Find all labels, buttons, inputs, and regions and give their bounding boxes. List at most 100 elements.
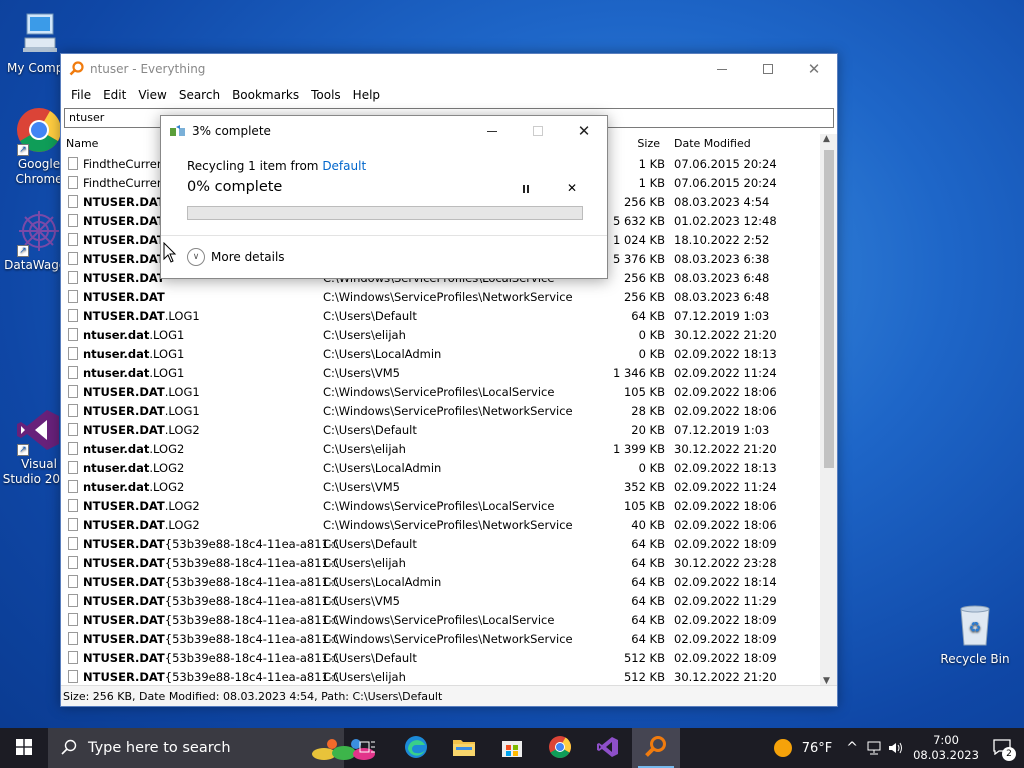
table-row[interactable]: NTUSER.DAT{53b39e88-18c4-11ea-a811-0... C… — [61, 534, 821, 553]
file-icon — [68, 537, 78, 550]
more-details-button[interactable]: ∨ More details — [187, 248, 285, 266]
weather-widget[interactable]: 76°F — [773, 739, 832, 757]
minimize-button[interactable] — [699, 54, 745, 84]
file-name-rest: {53b39e88-18c4-11ea-a811-0... — [164, 650, 338, 665]
task-view-button[interactable] — [344, 728, 392, 768]
table-row[interactable]: ntuser.dat.LOG1 C:\Users\LocalAdmin 0 KB 02… — [61, 344, 821, 363]
file-date: 02.09.2022 18:09 — [674, 650, 777, 665]
file-path: C:\Users\elijah — [323, 327, 406, 342]
file-icon — [68, 442, 78, 455]
window-titlebar[interactable]: ntuser - Everything ✕ — [61, 54, 837, 84]
table-row[interactable]: NTUSER.DAT.LOG1 C:\Windows\ServiceProfile… — [61, 382, 821, 401]
menu-search[interactable]: Search — [173, 88, 226, 102]
chevron-up-icon[interactable]: ^ — [846, 740, 858, 756]
file-name-match: NTUSER.DAT — [83, 213, 165, 228]
file-name-match: ntuser.dat — [83, 346, 150, 361]
file-date: 02.09.2022 11:24 — [674, 479, 777, 494]
menu-edit[interactable]: Edit — [97, 88, 132, 102]
file-icon — [68, 271, 78, 284]
close-button[interactable]: ✕ — [791, 54, 837, 84]
cancel-button[interactable]: ✕ — [563, 179, 581, 197]
task-view-icon — [359, 739, 377, 758]
file-size: 64 KB — [631, 612, 665, 627]
file-icon — [68, 328, 78, 341]
start-button[interactable] — [0, 728, 48, 768]
file-date: 02.09.2022 11:29 — [674, 593, 777, 608]
desktop-icon-recycle-bin[interactable]: ♻ Recycle Bin — [938, 601, 1012, 667]
notification-center-button[interactable]: 2 — [980, 728, 1024, 768]
file-name-rest: {53b39e88-18c4-11ea-a811-0... — [164, 593, 338, 608]
taskbar-search-box[interactable]: Type here to search — [48, 728, 375, 768]
table-row[interactable]: NTUSER.DAT{53b39e88-18c4-11ea-a811-0... C… — [61, 629, 821, 648]
file-name-match: NTUSER.DAT — [83, 536, 165, 551]
table-row[interactable]: NTUSER.DAT.LOG2 C:\Users\Default 20 KB 07.1… — [61, 420, 821, 439]
file-size: 64 KB — [631, 593, 665, 608]
menu-bookmarks[interactable]: Bookmarks — [226, 88, 305, 102]
table-row[interactable]: NTUSER.DAT.LOG1 C:\Windows\ServiceProfile… — [61, 401, 821, 420]
taskbar-chrome[interactable] — [536, 728, 584, 768]
table-row[interactable]: NTUSER.DAT.LOG2 C:\Windows\ServiceProfile… — [61, 515, 821, 534]
menu-help[interactable]: Help — [347, 88, 386, 102]
table-row[interactable]: ntuser.dat.LOG2 C:\Users\LocalAdmin 0 KB 02… — [61, 458, 821, 477]
dialog-titlebar[interactable]: 3% complete ✕ — [161, 116, 607, 146]
volume-icon[interactable] — [888, 741, 904, 755]
scrollbar-thumb[interactable] — [824, 150, 834, 468]
file-name-rest: .LOG1 — [149, 346, 185, 361]
taskbar-file-explorer[interactable] — [440, 728, 488, 768]
file-name: ntuser.dat.LOG2 — [83, 461, 338, 475]
table-row[interactable]: NTUSER.DAT{53b39e88-18c4-11ea-a811-0... C… — [61, 648, 821, 667]
dialog-maximize-button — [515, 116, 561, 146]
menu-file[interactable]: File — [65, 88, 97, 102]
file-path: C:\Users\VM5 — [323, 365, 400, 380]
dialog-close-button[interactable]: ✕ — [561, 116, 607, 146]
table-row[interactable]: ntuser.dat.LOG1 C:\Users\elijah 0 KB 30.12.… — [61, 325, 821, 344]
file-name-rest: .LOG1 — [164, 308, 200, 323]
table-row[interactable]: NTUSER.DAT{53b39e88-18c4-11ea-a811-0... C… — [61, 667, 821, 686]
dialog-minimize-button[interactable] — [469, 116, 515, 146]
table-row[interactable]: NTUSER.DAT{53b39e88-18c4-11ea-a811-0... C… — [61, 591, 821, 610]
file-date: 02.09.2022 18:06 — [674, 498, 777, 513]
table-row[interactable]: NTUSER.DAT{53b39e88-18c4-11ea-a811-0... C… — [61, 572, 821, 591]
taskbar-edge[interactable] — [392, 728, 440, 768]
file-size: 64 KB — [631, 555, 665, 570]
file-size: 256 KB — [623, 270, 665, 285]
clock[interactable]: 7:00 08.03.2023 — [912, 733, 980, 763]
file-name: NTUSER.DAT{53b39e88-18c4-11ea-a811-0... — [83, 670, 338, 684]
table-row[interactable]: NTUSER.DAT.LOG1 C:\Users\Default 64 KB 07.1… — [61, 306, 821, 325]
file-date: 08.03.2023 6:48 — [674, 289, 770, 304]
pause-button[interactable] — [517, 180, 535, 198]
column-size[interactable]: Size — [637, 137, 660, 150]
file-date: 07.12.2019 1:03 — [674, 308, 770, 323]
file-date: 08.03.2023 6:48 — [674, 270, 770, 285]
table-row[interactable]: ntuser.dat.LOG2 C:\Users\elijah 1 399 KB 30… — [61, 439, 821, 458]
recycle-progress-dialog[interactable]: 3% complete ✕ Recycling 1 item from Defa… — [160, 115, 608, 279]
file-size: 0 KB — [638, 460, 665, 475]
menu-view[interactable]: View — [132, 88, 172, 102]
file-name-match: NTUSER.DAT — [83, 498, 165, 513]
file-icon — [68, 404, 78, 417]
table-row[interactable]: NTUSER.DAT{53b39e88-18c4-11ea-a811-0... C… — [61, 610, 821, 629]
menu-tools[interactable]: Tools — [305, 88, 347, 102]
table-row[interactable]: NTUSER.DAT.LOG2 C:\Windows\ServiceProfile… — [61, 496, 821, 515]
file-name: NTUSER.DAT{53b39e88-18c4-11ea-a811-0... — [83, 651, 338, 665]
source-folder-link[interactable]: Default — [322, 159, 366, 173]
table-row[interactable]: ntuser.dat.LOG1 C:\Users\VM5 1 346 KB 02.09… — [61, 363, 821, 382]
file-size: 1 399 KB — [612, 441, 665, 456]
table-row[interactable]: NTUSER.DAT C:\Windows\ServiceProfiles\Net… — [61, 287, 821, 306]
table-row[interactable]: ntuser.dat.LOG2 C:\Users\VM5 352 KB 02.09.2… — [61, 477, 821, 496]
column-date-modified[interactable]: Date Modified — [674, 137, 751, 150]
table-row[interactable]: NTUSER.DAT{53b39e88-18c4-11ea-a811-0... C… — [61, 553, 821, 572]
taskbar-store[interactable] — [488, 728, 536, 768]
file-date: 08.03.2023 6:38 — [674, 251, 770, 266]
taskbar-everything[interactable] — [632, 728, 680, 768]
maximize-button[interactable] — [745, 54, 791, 84]
network-icon[interactable] — [866, 741, 882, 755]
file-path: C:\Users\elijah — [323, 669, 406, 684]
file-date: 02.09.2022 11:24 — [674, 365, 777, 380]
column-name[interactable]: Name — [66, 137, 98, 150]
taskbar-visual-studio[interactable] — [584, 728, 632, 768]
file-path: C:\Windows\ServiceProfiles\NetworkServic… — [323, 517, 573, 532]
vertical-scrollbar[interactable]: ▲ ▼ — [820, 134, 837, 686]
file-path: C:\Users\VM5 — [323, 479, 400, 494]
menu-bar: File Edit View Search Bookmarks Tools He… — [61, 84, 837, 106]
